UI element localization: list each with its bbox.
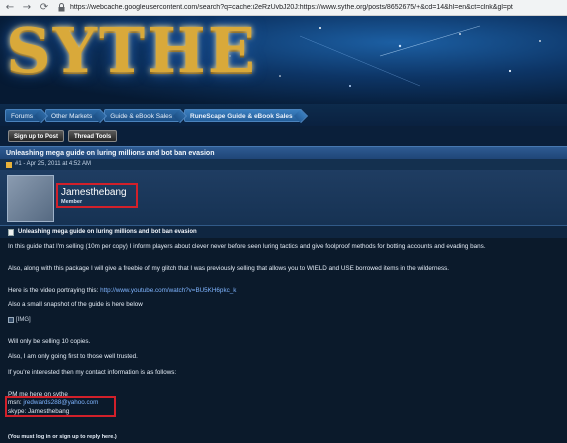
post-user-block: Jamesthebang Member (0, 170, 567, 226)
skype-line: skype: Jamesthebang (8, 408, 70, 415)
username-highlight-box: Jamesthebang Member (56, 183, 138, 208)
video-line: Here is the video portraying this: http:… (8, 287, 236, 294)
breadcrumb-runescape-guide-ebook-sales[interactable]: RuneScape Guide & eBook Sales (184, 108, 302, 122)
broken-image-icon (8, 317, 14, 323)
image-placeholder[interactable]: [IMG] (8, 317, 31, 323)
breadcrumb: Forums Other Markets Guide & eBook Sales… (0, 104, 567, 126)
post-paragraph-2: Also, along with this package I will giv… (8, 265, 449, 272)
msn-label: msn: (8, 399, 24, 406)
post-title: Unleashing mega guide on luring millions… (0, 226, 567, 238)
thread-title: Unleashing mega guide on luring millions… (0, 146, 567, 159)
sign-up-to-post-button[interactable]: Sign up to Post (8, 130, 64, 142)
trusted-line: Also, I am only going first to those wel… (8, 353, 138, 360)
forward-icon[interactable]: → (20, 1, 34, 15)
post-meta-text[interactable]: #1 - Apr 25, 2011 at 4:52 AM (15, 159, 91, 170)
post-content: In this guide that I'm selling (10m per … (0, 238, 567, 443)
snapshot-line: Also a small snapshot of the guide is he… (8, 301, 143, 308)
post-title-text: Unleashing mega guide on luring millions… (18, 229, 197, 235)
back-icon[interactable]: ← (3, 1, 17, 15)
reply-notice: (You must log in or sign up to reply her… (8, 434, 117, 440)
avatar[interactable] (7, 175, 54, 222)
document-icon (8, 228, 14, 236)
post-icon (6, 161, 12, 168)
video-link[interactable]: http://www.youtube.com/watch?v=BU5KH6pkc… (100, 287, 236, 294)
breadcrumb-forums[interactable]: Forums (5, 108, 43, 122)
thread-toolbar: Sign up to Post Thread Tools (0, 126, 567, 146)
msn-email-link[interactable]: jredwards288@yahoo.com (23, 399, 98, 406)
lock-icon (57, 2, 66, 14)
reload-icon[interactable]: ⟳ (37, 1, 51, 15)
post-meta: #1 - Apr 25, 2011 at 4:52 AM (0, 159, 567, 170)
video-label: Here is the video portraying this: (8, 287, 101, 294)
thread-tools-button[interactable]: Thread Tools (68, 130, 118, 142)
address-bar[interactable]: https://webcache.googleusercontent.com/s… (70, 4, 513, 11)
breadcrumb-guide-ebook-sales[interactable]: Guide & eBook Sales (104, 108, 182, 122)
image-tag: [IMG] (16, 317, 31, 323)
site-banner: SYTHE (0, 16, 567, 104)
site-logo[interactable]: SYTHE (6, 20, 257, 82)
copies-line: Will only be selling 10 copies. (8, 338, 91, 345)
breadcrumb-other-markets[interactable]: Other Markets (45, 108, 102, 122)
msn-line: msn: jredwards288@yahoo.com (8, 399, 98, 406)
user-title: Member (61, 199, 83, 205)
post-paragraph-1: In this guide that I'm selling (10m per … (8, 243, 486, 250)
username[interactable]: Jamesthebang (61, 187, 127, 198)
browser-toolbar: ← → ⟳ https://webcache.googleusercontent… (0, 0, 567, 16)
contact-intro: If you're interested then my contact inf… (8, 369, 177, 376)
